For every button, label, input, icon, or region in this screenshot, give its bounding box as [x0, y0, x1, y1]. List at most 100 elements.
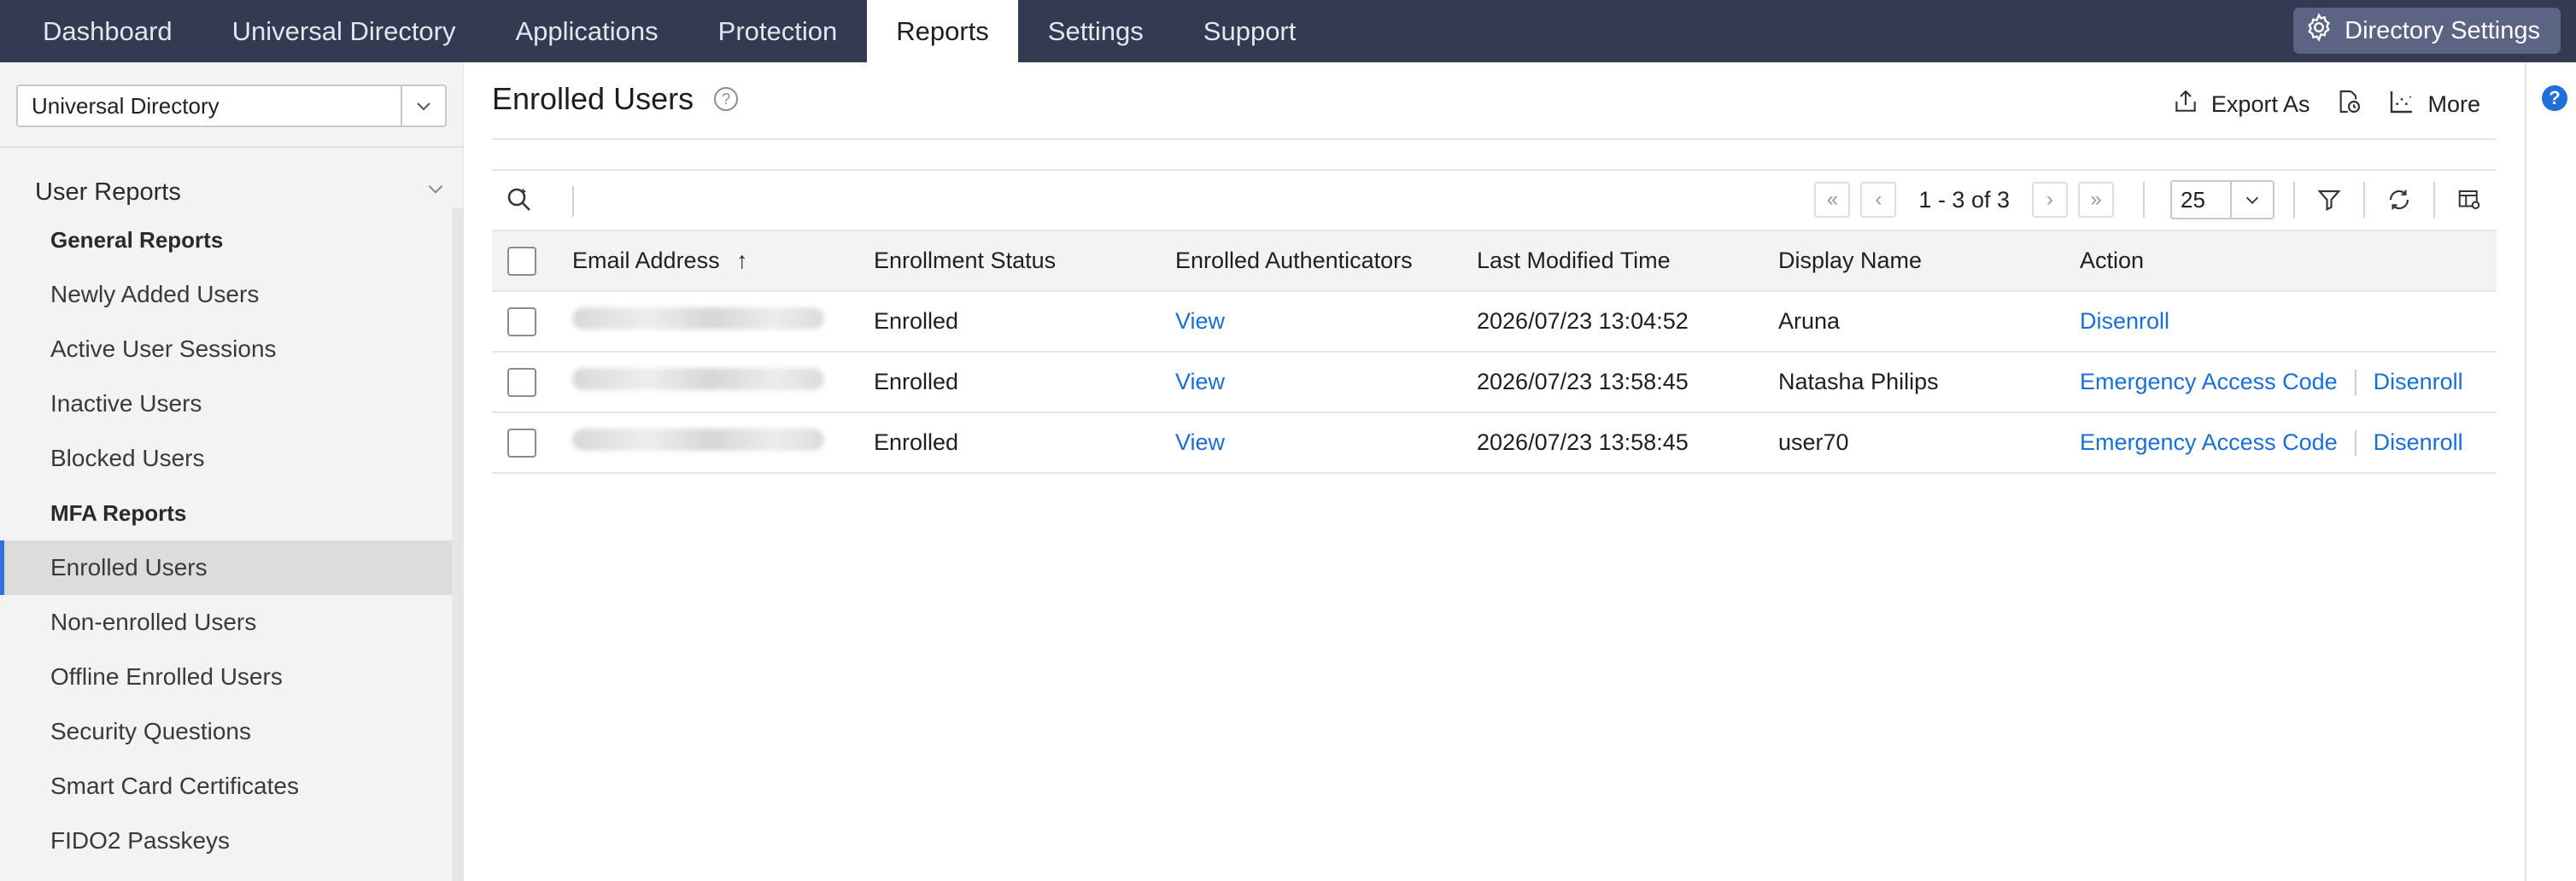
first-page-icon[interactable]: «	[1814, 182, 1851, 218]
chart-icon	[2388, 88, 2415, 121]
display-name: user70	[1778, 412, 2080, 474]
last-modified-time: 2026/07/23 13:58:45	[1477, 352, 1778, 413]
col-display-name[interactable]: Display Name	[1778, 230, 2080, 292]
page-title-row: Enrolled Users ?	[492, 81, 739, 117]
page-range: 1 - 3 of 3	[1918, 186, 2010, 213]
row-checkbox[interactable]	[507, 428, 536, 458]
divider	[2293, 182, 2295, 218]
help-button[interactable]: ?	[2542, 85, 2567, 111]
row-checkbox[interactable]	[507, 306, 536, 336]
disenroll-link[interactable]: Disenroll	[2080, 308, 2169, 334]
sidebar-item-blocked-users[interactable]: Blocked Users	[0, 431, 452, 486]
refresh-icon[interactable]	[2384, 184, 2415, 215]
sort-asc-icon: ↑	[736, 248, 748, 273]
sidebar-item-fido2-passkeys[interactable]: FIDO2 Passkeys	[0, 814, 452, 868]
sidebar-item-smart-card-certificates[interactable]: Smart Card Certificates	[0, 759, 452, 814]
export-icon	[2172, 88, 2199, 121]
email-redacted	[572, 368, 824, 390]
gear-icon	[2304, 12, 2334, 50]
right-rail: ?	[2525, 62, 2576, 881]
disenroll-link[interactable]: Disenroll	[2374, 369, 2463, 394]
chevron-down-icon	[401, 86, 445, 125]
directory-settings-label: Directory Settings	[2345, 16, 2540, 44]
display-name: Aruna	[1778, 291, 2080, 353]
tab-dashboard[interactable]: Dashboard	[0, 0, 202, 62]
enrollment-status: Enrolled	[874, 291, 1175, 353]
tab-support[interactable]: Support	[1174, 0, 1326, 62]
sidebar-nav-list: General Reports Newly Added Users Active…	[0, 213, 452, 868]
table-row: Enrolled View 2026/07/23 13:04:52 Aruna …	[492, 291, 2497, 353]
export-as-label: Export As	[2210, 91, 2310, 117]
main-content: Enrolled Users ? Export As More « ‹ 1 - …	[464, 62, 2525, 881]
tab-reports[interactable]: Reports	[867, 0, 1018, 62]
last-page-icon[interactable]: »	[2078, 182, 2114, 218]
divider	[492, 138, 2497, 140]
sidebar-item-non-enrolled-users[interactable]: Non-enrolled Users	[0, 595, 452, 650]
col-email-address[interactable]: Email Address ↑	[572, 230, 874, 292]
top-navigation: Dashboard Universal Directory Applicatio…	[0, 0, 2576, 62]
schedule-report-button[interactable]	[2335, 88, 2362, 121]
sidebar-item-security-questions[interactable]: Security Questions	[0, 704, 452, 759]
tab-settings[interactable]: Settings	[1018, 0, 1174, 62]
sidebar-item-newly-added-users[interactable]: Newly Added Users	[0, 267, 452, 322]
prev-page-icon[interactable]: ‹	[1860, 182, 1897, 218]
divider	[0, 146, 464, 148]
col-last-modified-time[interactable]: Last Modified Time	[1477, 230, 1778, 292]
divider	[2143, 182, 2145, 218]
column-settings-icon[interactable]	[2454, 184, 2485, 215]
disenroll-link[interactable]: Disenroll	[2374, 429, 2463, 455]
group-mfa-reports: MFA Reports	[50, 499, 187, 526]
display-name: Natasha Philips	[1778, 352, 2080, 413]
divider	[2363, 182, 2365, 218]
divider	[2354, 370, 2356, 396]
more-button[interactable]: More	[2388, 88, 2480, 121]
report-table-card: « ‹ 1 - 3 of 3 › » 25 Email Address ↑ En…	[492, 169, 2497, 535]
email-redacted	[572, 307, 824, 330]
table-row: Enrolled View 2026/07/23 13:58:45 Natash…	[492, 352, 2497, 413]
enrollment-status: Enrolled	[874, 412, 1175, 474]
search-icon[interactable]	[504, 184, 535, 215]
divider	[2433, 182, 2435, 218]
emergency-access-code-link[interactable]: Emergency Access Code	[2080, 429, 2338, 455]
tab-applications[interactable]: Applications	[486, 0, 688, 62]
sidebar: Universal Directory User Reports General…	[0, 62, 464, 881]
table-header-row: Email Address ↑ Enrollment Status Enroll…	[492, 230, 2497, 292]
col-enrolled-authenticators[interactable]: Enrolled Authenticators	[1175, 230, 1477, 292]
col-email-address-label: Email Address	[572, 248, 720, 273]
divider	[2354, 430, 2356, 457]
more-label: More	[2427, 91, 2480, 117]
select-all-checkbox[interactable]	[507, 246, 536, 276]
tab-protection[interactable]: Protection	[688, 0, 868, 62]
help-icon[interactable]: ?	[714, 87, 739, 111]
section-user-reports-label: User Reports	[35, 178, 181, 206]
chevron-down-icon	[424, 178, 447, 207]
sidebar-item-active-user-sessions[interactable]: Active User Sessions	[0, 322, 452, 376]
sidebar-scrollbar[interactable]	[452, 207, 464, 881]
export-as-button[interactable]: Export As	[2172, 88, 2310, 121]
filter-icon[interactable]	[2314, 184, 2345, 215]
tab-universal-directory[interactable]: Universal Directory	[202, 0, 486, 62]
directory-select[interactable]: Universal Directory	[16, 85, 447, 127]
email-redacted	[572, 429, 824, 451]
directory-settings-button[interactable]: Directory Settings	[2293, 8, 2561, 54]
last-modified-time: 2026/07/23 13:04:52	[1477, 291, 1778, 353]
report-schedule-icon	[2335, 88, 2362, 121]
sidebar-item-inactive-users[interactable]: Inactive Users	[0, 376, 452, 431]
sidebar-item-enrolled-users[interactable]: Enrolled Users	[0, 540, 452, 595]
row-checkbox[interactable]	[507, 367, 536, 397]
table-toolbar: « ‹ 1 - 3 of 3 › » 25	[492, 171, 2497, 230]
emergency-access-code-link[interactable]: Emergency Access Code	[2080, 369, 2338, 394]
last-modified-time: 2026/07/23 13:58:45	[1477, 412, 1778, 474]
divider	[572, 186, 574, 217]
view-authenticators-link[interactable]: View	[1175, 429, 1225, 455]
page-title: Enrolled Users	[492, 81, 694, 116]
group-general-reports: General Reports	[50, 226, 224, 253]
view-authenticators-link[interactable]: View	[1175, 369, 1225, 394]
view-authenticators-link[interactable]: View	[1175, 308, 1225, 334]
next-page-icon[interactable]: ›	[2032, 182, 2068, 218]
col-enrollment-status[interactable]: Enrollment Status	[874, 230, 1175, 292]
sidebar-item-offline-enrolled-users[interactable]: Offline Enrolled Users	[0, 650, 452, 704]
page-size-select[interactable]: 25	[2170, 180, 2274, 219]
table-row: Enrolled View 2026/07/23 13:58:45 user70…	[492, 412, 2497, 474]
section-user-reports[interactable]: User Reports	[35, 178, 447, 207]
